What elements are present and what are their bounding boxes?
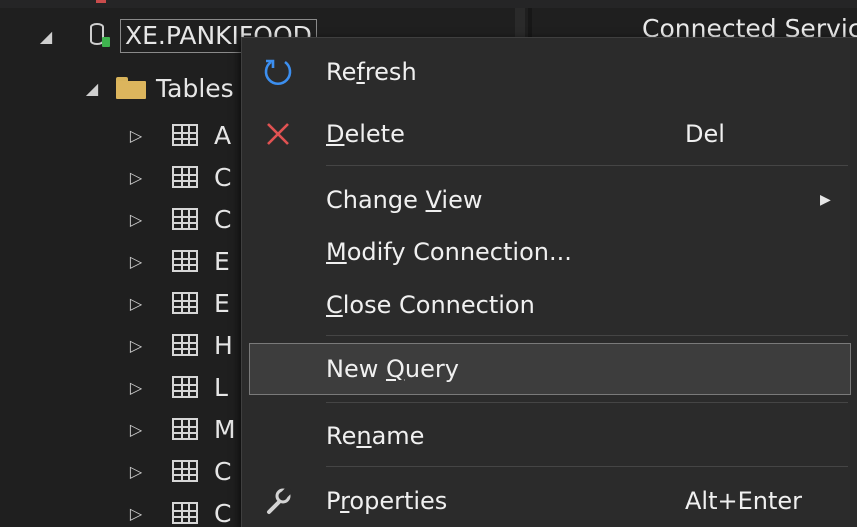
menu-separator <box>326 165 848 166</box>
tree-row-table[interactable]: ▷ C <box>128 156 232 198</box>
table-name: C <box>214 498 232 527</box>
expand-arrow-icon[interactable]: ▷ <box>128 294 144 313</box>
menu-label-rename: Rename <box>326 422 425 450</box>
menu-item-rename[interactable]: Rename <box>242 410 857 462</box>
table-grid-icon <box>172 334 198 356</box>
tree-row-table[interactable]: ▷ C <box>128 492 232 527</box>
menu-item-refresh[interactable]: Refresh <box>242 46 857 98</box>
submenu-arrow-icon: ▶ <box>820 192 831 208</box>
tree-row-tables[interactable]: ◢ Tables <box>84 62 234 114</box>
table-name: H <box>214 330 233 360</box>
delete-x-icon <box>256 112 300 156</box>
top-red-mark <box>96 0 106 3</box>
tree-row-table[interactable]: ▷ A <box>128 114 231 156</box>
shortcut-delete: Del <box>685 120 725 148</box>
tree-row-table[interactable]: ▷ E <box>128 240 230 282</box>
collapse-arrow-icon[interactable]: ◢ <box>38 27 54 46</box>
table-grid-icon <box>172 166 198 188</box>
table-grid-icon <box>172 292 198 314</box>
expand-arrow-icon[interactable]: ▷ <box>128 504 144 523</box>
table-grid-icon <box>172 502 198 524</box>
menu-item-new-query[interactable]: New Query <box>249 343 851 395</box>
collapse-arrow-icon[interactable]: ◢ <box>84 79 100 98</box>
table-name: A <box>214 120 232 150</box>
menu-item-properties[interactable]: Properties Alt+Enter <box>242 475 857 527</box>
expand-arrow-icon[interactable]: ▷ <box>128 420 144 439</box>
menu-label-close-connection: Close Connection <box>326 291 535 319</box>
database-connection-icon <box>88 21 112 51</box>
table-name: L <box>214 372 228 402</box>
table-name: M <box>214 414 236 444</box>
wrench-icon <box>256 479 300 523</box>
expand-arrow-icon[interactable]: ▷ <box>128 126 144 145</box>
tree-row-table[interactable]: ▷ C <box>128 198 232 240</box>
folder-icon <box>116 77 146 99</box>
table-grid-icon <box>172 124 198 146</box>
menu-item-close-connection[interactable]: Close Connection <box>242 279 857 331</box>
tree-row-table[interactable]: ▷ C <box>128 450 232 492</box>
table-name: E <box>214 288 230 318</box>
expand-arrow-icon[interactable]: ▷ <box>128 168 144 187</box>
top-strip <box>0 0 857 8</box>
tree-row-table[interactable]: ▷ H <box>128 324 233 366</box>
app-window: ◢ XE.PANKIFOOD ◢ Tables ▷ A ▷ C ▷ C ▷ E ▷ E ▷ H ▷ L ▷ M… <box>0 0 857 527</box>
tables-label: Tables <box>156 73 234 103</box>
menu-item-delete[interactable]: Delete Del <box>242 108 857 160</box>
table-name: C <box>214 204 232 234</box>
context-menu: Refresh Delete Del Change View ▶ Modify … <box>241 37 857 527</box>
menu-label-modify-connection: Modify Connection... <box>326 238 572 266</box>
expand-arrow-icon[interactable]: ▷ <box>128 378 144 397</box>
menu-label-refresh: Refresh <box>326 58 417 86</box>
expand-arrow-icon[interactable]: ▷ <box>128 252 144 271</box>
table-grid-icon <box>172 376 198 398</box>
tree-row-table[interactable]: ▷ M <box>128 408 236 450</box>
tree-row-table[interactable]: ▷ L <box>128 366 228 408</box>
shortcut-properties: Alt+Enter <box>685 487 803 515</box>
menu-label-properties: Properties <box>326 487 448 515</box>
refresh-icon <box>256 50 300 94</box>
menu-label-new-query: New Query <box>326 355 459 383</box>
table-name: C <box>214 456 232 486</box>
table-grid-icon <box>172 208 198 230</box>
table-name: C <box>214 162 232 192</box>
menu-item-modify-connection[interactable]: Modify Connection... <box>242 226 857 278</box>
menu-separator <box>326 402 848 403</box>
menu-separator <box>326 466 848 467</box>
tree-row-table[interactable]: ▷ E <box>128 282 230 324</box>
table-grid-icon <box>172 418 198 440</box>
menu-item-change-view[interactable]: Change View ▶ <box>242 174 857 226</box>
menu-label-change-view: Change View <box>326 186 483 214</box>
expand-arrow-icon[interactable]: ▷ <box>128 336 144 355</box>
table-grid-icon <box>172 460 198 482</box>
expand-arrow-icon[interactable]: ▷ <box>128 210 144 229</box>
menu-separator <box>326 335 848 336</box>
menu-label-delete: Delete <box>326 120 405 148</box>
table-name: E <box>214 246 230 276</box>
expand-arrow-icon[interactable]: ▷ <box>128 462 144 481</box>
table-grid-icon <box>172 250 198 272</box>
